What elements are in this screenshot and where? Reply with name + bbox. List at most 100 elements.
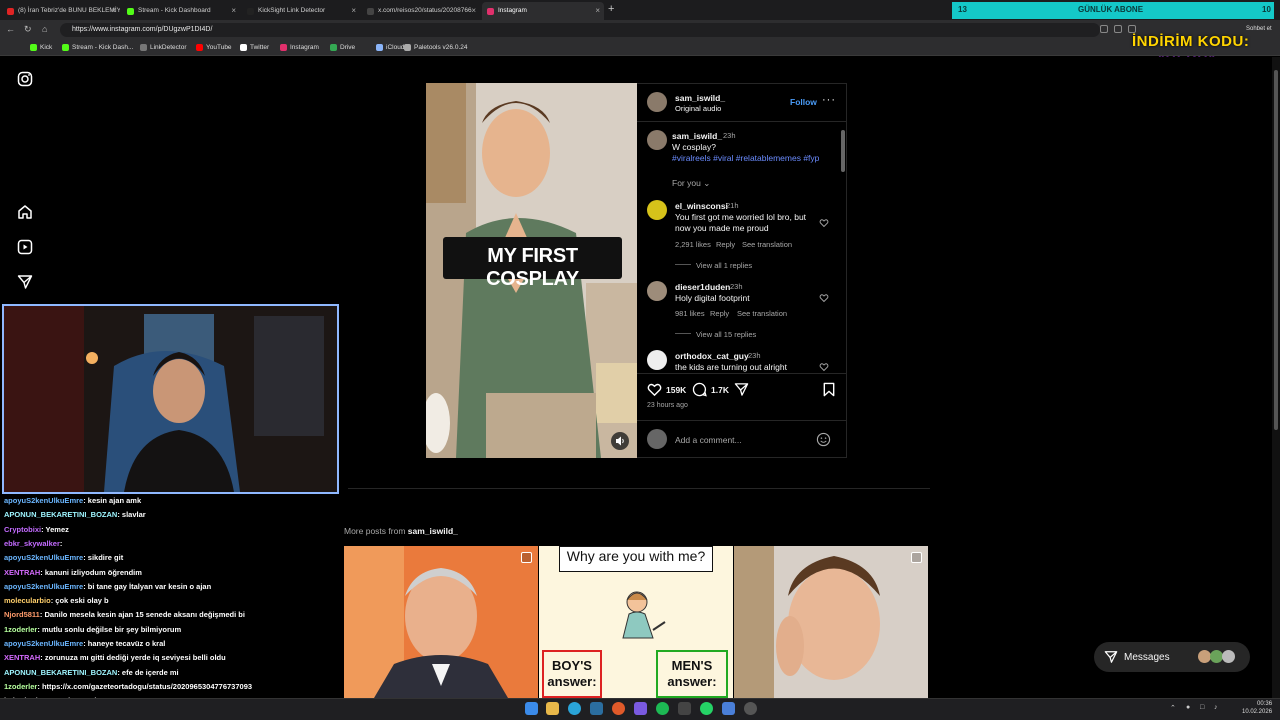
comment-likes[interactable]: 2,291 likes [675,240,711,249]
like-count[interactable]: 159K [666,385,686,395]
bookmark-item[interactable]: Instagram [280,44,319,51]
favorite-icon[interactable] [1128,25,1136,33]
mic-icon[interactable]: ● [1186,704,1190,711]
browser-tab[interactable]: KickSight Link Detector × [242,2,360,20]
mute-button[interactable] [611,432,629,450]
volume-icon[interactable]: ♪ [1214,704,1218,711]
comment-reply-button[interactable]: Reply [716,240,735,249]
more-post-thumbnail[interactable]: Why are you with me? BOY'S answer: MEN'S… [539,546,733,698]
page-scrollbar-thumb[interactable] [1274,70,1278,430]
author-avatar[interactable] [647,92,667,112]
comments-scrollbar[interactable] [841,130,845,172]
chat-username[interactable]: APONUN_BEKARETINI_BOZAN [4,668,117,677]
close-tab-icon[interactable]: × [231,6,236,15]
close-tab-icon[interactable]: × [595,6,600,15]
share-nav-icon[interactable] [17,274,33,290]
edge-icon[interactable] [568,702,581,715]
emoji-icon[interactable] [816,432,831,447]
post-author[interactable]: sam_iswild_ [675,93,725,103]
comment-likes[interactable]: 981 likes [675,309,705,318]
chat-toggle-button[interactable]: Sohbet et [1246,26,1272,32]
file-explorer-icon[interactable] [546,702,559,715]
instagram-logo-icon[interactable] [17,71,33,87]
comment-like-icon[interactable] [819,218,829,228]
reload-icon[interactable]: ↻ [24,24,32,35]
bookmark-item[interactable]: YouTube [196,44,232,51]
back-icon[interactable]: ← [6,24,15,34]
chat-username[interactable]: Cryptobixi [4,525,41,534]
chat-username[interactable]: apoyuS2kenUlkuEmre [4,582,83,591]
start-icon[interactable] [525,702,538,715]
bookmark-item[interactable]: Twitter [240,44,269,51]
chat-username[interactable]: molecularbio [4,596,51,605]
tray-chevron-icon[interactable]: ⌃ [1170,704,1176,712]
comment-like-icon[interactable] [819,362,829,372]
view-replies-button[interactable]: View all 15 replies [696,330,756,339]
comment-like-icon[interactable] [819,293,829,303]
spotify-icon[interactable] [656,702,669,715]
close-tab-icon[interactable]: × [111,6,116,15]
comment-avatar[interactable] [647,350,667,370]
zoom-icon[interactable] [1114,25,1122,33]
bookmark-icon[interactable] [822,382,836,397]
bookmark-item[interactable]: Paletools v26.0.24 [404,44,467,51]
comment-user[interactable]: el_winsconsi [675,201,728,211]
chat-username[interactable]: 1zoderler [4,625,37,634]
comment-user[interactable]: orthodox_cat_guy [675,351,749,361]
comment-reply-button[interactable]: Reply [710,309,729,318]
chat-username[interactable]: apoyuS2kenUlkuEmre [4,639,83,648]
add-comment-input[interactable]: Add a comment... [675,435,742,445]
chat-username[interactable]: XENTRAH [4,568,40,577]
follow-button[interactable]: Follow [790,97,817,107]
chat-username[interactable]: apoyuS2kenUlkuEmre [4,496,83,505]
more-post-thumbnail[interactable] [734,546,928,698]
comment-user[interactable]: dieser1duden [675,282,730,292]
browser-tab[interactable]: x.com/reisos20/status/20208766 × [362,2,480,20]
browser-tab[interactable]: Instagram × [482,2,604,20]
discord-icon[interactable] [634,702,647,715]
steam-icon[interactable] [590,702,603,715]
chat-username[interactable]: ebkr_skywalker [4,539,60,548]
share-icon[interactable] [734,382,749,397]
obs-icon[interactable] [744,702,757,715]
comment-count[interactable]: 1.7K [711,385,729,395]
home-nav-icon[interactable] [17,204,33,220]
whatsapp-icon[interactable] [700,702,713,715]
comment-translate-button[interactable]: See translation [737,309,787,318]
more-post-thumbnail[interactable] [344,546,538,698]
bookmark-item[interactable]: Kick [30,44,52,51]
bookmark-item[interactable]: Drive [330,44,355,51]
bookmark-item[interactable]: LinkDetector [140,44,187,51]
caption-hashtags[interactable]: #viralreels #viral #relatablememes #fyp [672,153,819,163]
comment-translate-button[interactable]: See translation [742,240,792,249]
extension-icon[interactable] [1100,25,1108,33]
chat-username[interactable]: apoyuS2kenUlkuEmre [4,553,83,562]
bookmark-item[interactable]: Stream - Kick Dash... [62,44,133,51]
close-tab-icon[interactable]: × [471,6,476,15]
caption-avatar[interactable] [647,130,667,150]
comment-sort[interactable]: For you ⌄ [672,178,710,189]
browser-tab[interactable]: (8) İran Tebriz'de BUNU BEKLEMİY × [2,2,120,20]
chat-username[interactable]: 1zoderler [4,682,37,691]
chat-username[interactable]: APONUN_BEKARETINI_BOZAN [4,510,117,519]
app-icon[interactable] [722,702,735,715]
bookmark-item[interactable]: iCloud [376,44,404,51]
view-replies-button[interactable]: View all 1 replies [696,261,752,270]
like-icon[interactable] [647,382,662,397]
home-icon[interactable]: ⌂ [42,24,47,34]
chat-username[interactable]: XENTRAH [4,653,40,662]
network-icon[interactable]: □ [1200,704,1204,711]
chat-username[interactable]: Njord5811 [4,610,40,619]
comment-avatar[interactable] [647,281,667,301]
browser-tab[interactable]: Stream - Kick Dashboard × [122,2,240,20]
more-options-icon[interactable]: ··· [822,94,836,106]
reels-nav-icon[interactable] [17,239,33,255]
brave-icon[interactable] [612,702,625,715]
comment-icon[interactable] [692,382,707,397]
clock[interactable]: 00:36 10.02.2026 [1242,700,1272,716]
caption-user[interactable]: sam_iswild_ [672,131,722,141]
post-audio[interactable]: Original audio [675,104,721,113]
close-tab-icon[interactable]: × [351,6,356,15]
more-posts-user[interactable]: sam_iswild_ [408,526,458,536]
app-icon[interactable] [678,702,691,715]
